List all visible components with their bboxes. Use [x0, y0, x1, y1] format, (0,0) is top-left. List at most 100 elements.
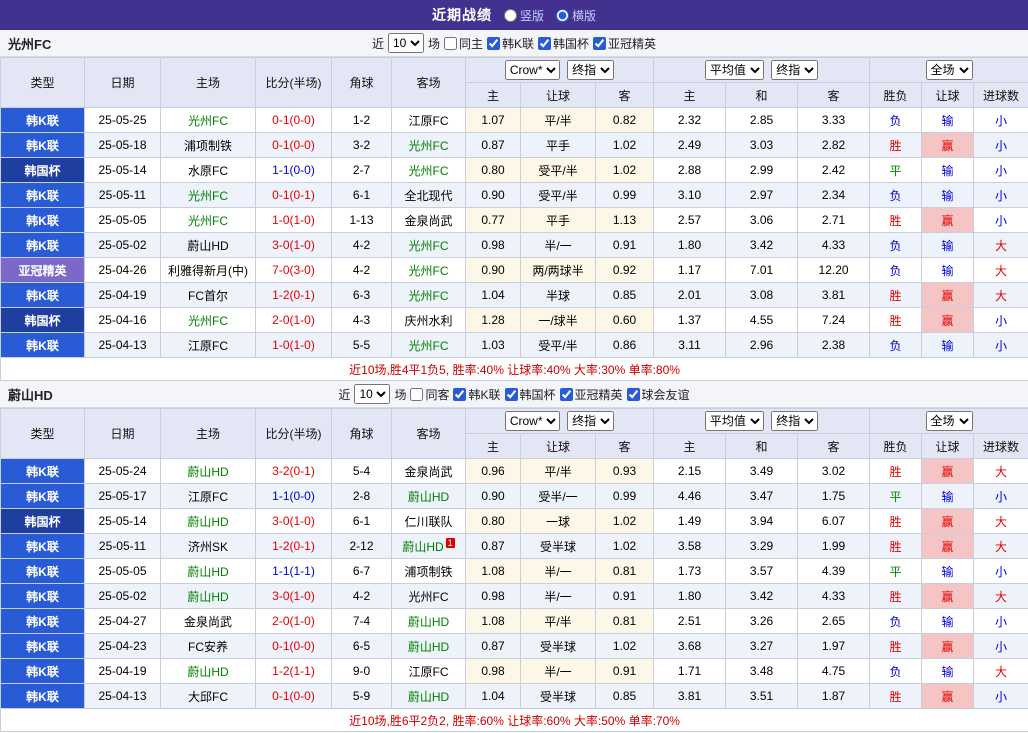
- score-cell[interactable]: 1-0(1-0): [255, 332, 332, 358]
- home-team[interactable]: 江原FC: [160, 483, 256, 509]
- avg-time-select[interactable]: 终指: [771, 411, 819, 431]
- recent-count-select[interactable]: 10: [354, 384, 391, 404]
- away-team[interactable]: 光州FC: [391, 257, 466, 283]
- home-team[interactable]: 江原FC: [160, 332, 256, 358]
- home-team[interactable]: 金泉尚武: [160, 608, 256, 634]
- odds-source-select[interactable]: Crow*: [504, 60, 560, 80]
- score-cell[interactable]: 1-2(0-1): [255, 282, 332, 308]
- home-team[interactable]: 浦项制铁: [160, 132, 256, 158]
- score-cell[interactable]: 7-0(3-0): [255, 257, 332, 283]
- score-cell[interactable]: 0-1(0-0): [255, 132, 332, 158]
- home-team[interactable]: 利雅得新月(中): [160, 257, 256, 283]
- vertical-radio-input[interactable]: [503, 8, 517, 22]
- score-cell[interactable]: 1-2(0-1): [255, 533, 332, 559]
- score-cell[interactable]: 1-0(1-0): [255, 207, 332, 233]
- subcol-goals: 进球数: [973, 82, 1028, 108]
- scope-select[interactable]: 全场: [925, 411, 973, 431]
- score-cell[interactable]: 3-0(1-0): [255, 508, 332, 534]
- goals-result-cell: 小: [973, 107, 1028, 133]
- odds1-handicap: 平/半: [520, 458, 596, 484]
- score-cell[interactable]: 0-1(0-1): [255, 182, 332, 208]
- kcup-checkbox[interactable]: [538, 36, 552, 50]
- odds-source-select[interactable]: Crow*: [504, 411, 560, 431]
- team-name: 光州FC: [8, 36, 52, 52]
- date-cell: 25-04-27: [84, 608, 161, 634]
- home-team[interactable]: 蔚山HD: [160, 458, 256, 484]
- home-team[interactable]: FC安养: [160, 633, 256, 659]
- score-cell[interactable]: 2-0(1-0): [255, 307, 332, 333]
- recent-count-select[interactable]: 10: [387, 33, 424, 53]
- avg-time-select[interactable]: 终指: [771, 60, 819, 80]
- home-team[interactable]: 水原FC: [160, 157, 256, 183]
- odds-time-select[interactable]: 终指: [567, 60, 615, 80]
- score-cell[interactable]: 3-0(1-0): [255, 583, 332, 609]
- scope-select[interactable]: 全场: [925, 60, 973, 80]
- odds-time-select[interactable]: 终指: [567, 411, 615, 431]
- filter-checkbox-acl[interactable]: 亚冠精英: [593, 35, 656, 52]
- filter-checkbox-friendly[interactable]: 球会友谊: [626, 386, 690, 403]
- kcup-checkbox[interactable]: [504, 387, 518, 401]
- away-team[interactable]: 江原FC: [391, 658, 466, 684]
- home-team[interactable]: FC首尔: [160, 282, 256, 308]
- home-team[interactable]: 光州FC: [160, 307, 256, 333]
- away-team[interactable]: 金泉尚武: [391, 207, 466, 233]
- away-team[interactable]: 光州FC: [391, 132, 466, 158]
- away-team[interactable]: 金泉尚武: [391, 458, 466, 484]
- away-team[interactable]: 光州FC: [391, 157, 466, 183]
- home-team[interactable]: 蔚山HD: [160, 232, 256, 258]
- filter-checkbox-kleague[interactable]: 韩K联: [487, 35, 534, 52]
- kleague-checkbox[interactable]: [487, 36, 500, 50]
- away-team[interactable]: 蔚山HD: [391, 608, 466, 634]
- home-team[interactable]: 光州FC: [160, 107, 256, 133]
- score-cell[interactable]: 0-1(0-0): [255, 107, 332, 133]
- acl-checkbox[interactable]: [559, 387, 573, 401]
- filter-checkbox-same-away[interactable]: 同客: [410, 386, 449, 403]
- same-home-checkbox[interactable]: [443, 36, 457, 50]
- avg-away: 1.97: [797, 633, 871, 659]
- avg-source-select[interactable]: 平均值: [704, 411, 764, 431]
- filter-checkbox-same-home[interactable]: 同主: [443, 35, 483, 52]
- away-team[interactable]: 蔚山HD: [391, 633, 466, 659]
- score-cell[interactable]: 3-0(1-0): [255, 232, 332, 258]
- home-team[interactable]: 蔚山HD: [160, 658, 256, 684]
- away-team[interactable]: 江原FC: [391, 107, 466, 133]
- acl-checkbox[interactable]: [593, 36, 607, 50]
- score-cell[interactable]: 0-1(0-0): [255, 683, 332, 709]
- score-cell[interactable]: 1-1(0-0): [255, 483, 332, 509]
- same-away-checkbox[interactable]: [410, 387, 424, 401]
- filter-checkbox-kcup[interactable]: 韩国杯: [504, 386, 556, 403]
- friendly-checkbox[interactable]: [626, 387, 640, 401]
- away-team[interactable]: 光州FC: [391, 232, 466, 258]
- away-team[interactable]: 浦项制铁: [391, 558, 466, 584]
- filter-checkbox-kcup[interactable]: 韩国杯: [538, 35, 589, 52]
- home-team[interactable]: 蔚山HD: [160, 508, 256, 534]
- away-team[interactable]: 光州FC: [391, 332, 466, 358]
- horizontal-radio-input[interactable]: [556, 8, 569, 22]
- away-team[interactable]: 光州FC: [391, 583, 466, 609]
- away-team[interactable]: 蔚山HD: [391, 683, 466, 709]
- filter-checkbox-kleague[interactable]: 韩K联: [453, 386, 501, 403]
- score-cell[interactable]: 1-1(0-0): [255, 157, 332, 183]
- score-cell[interactable]: 3-2(0-1): [255, 458, 332, 484]
- home-team[interactable]: 光州FC: [160, 207, 256, 233]
- away-team[interactable]: 蔚山HD: [391, 483, 466, 509]
- home-team[interactable]: 济州SK: [160, 533, 256, 559]
- home-team[interactable]: 光州FC: [160, 182, 256, 208]
- kleague-checkbox[interactable]: [453, 387, 467, 401]
- home-team[interactable]: 蔚山HD: [160, 558, 256, 584]
- away-team[interactable]: 全北现代: [391, 182, 466, 208]
- score-cell[interactable]: 1-1(1-1): [255, 558, 332, 584]
- layout-horizontal-radio[interactable]: 横版: [556, 7, 596, 24]
- away-team[interactable]: 庆州水利: [391, 307, 466, 333]
- layout-vertical-radio[interactable]: 竖版: [503, 7, 544, 24]
- avg-source-select[interactable]: 平均值: [704, 60, 764, 80]
- score-cell[interactable]: 2-0(1-0): [255, 608, 332, 634]
- away-team[interactable]: 仁川联队: [391, 508, 466, 534]
- score-cell[interactable]: 1-2(1-1): [255, 658, 332, 684]
- away-team[interactable]: 蔚山HD 1: [391, 533, 466, 559]
- home-team[interactable]: 蔚山HD: [160, 583, 256, 609]
- home-team[interactable]: 大邱FC: [160, 683, 256, 709]
- score-cell[interactable]: 0-1(0-0): [255, 633, 332, 659]
- away-team[interactable]: 光州FC: [391, 282, 466, 308]
- filter-checkbox-acl[interactable]: 亚冠精英: [559, 386, 623, 403]
